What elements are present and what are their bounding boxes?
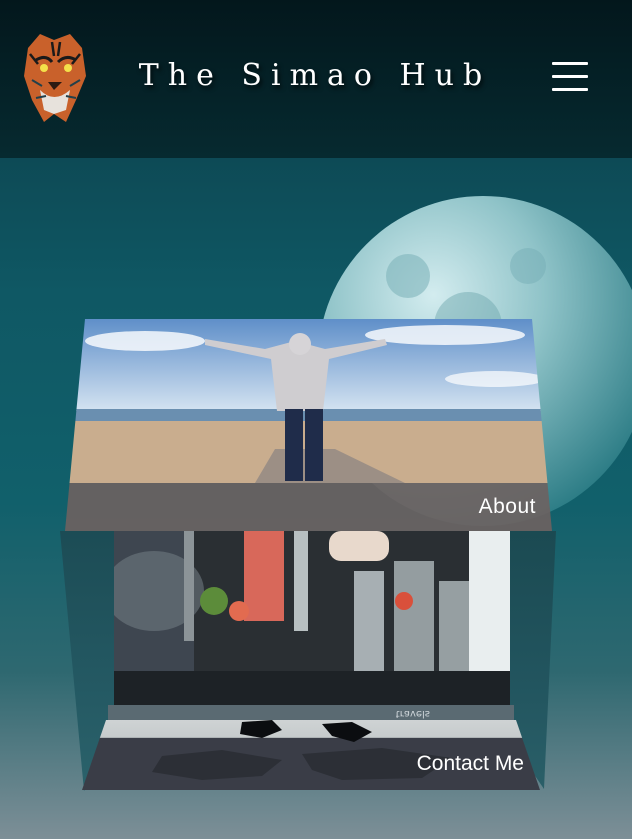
about-link[interactable]: About <box>479 495 536 519</box>
navigation-cube: travels Contact Me About <box>0 0 632 839</box>
cube-top-face[interactable]: About <box>65 319 552 531</box>
drinks-bar-photo <box>114 531 510 707</box>
person-arms-raised-beach-photo <box>65 319 552 483</box>
about-band[interactable]: About <box>65 483 552 531</box>
mirrored-caption-strip: travels <box>108 705 514 721</box>
contact-me-link[interactable]: Contact Me <box>417 752 524 776</box>
mirrored-caption: travels <box>395 708 430 719</box>
cube-bottom-face[interactable]: Contact Me <box>82 720 540 790</box>
